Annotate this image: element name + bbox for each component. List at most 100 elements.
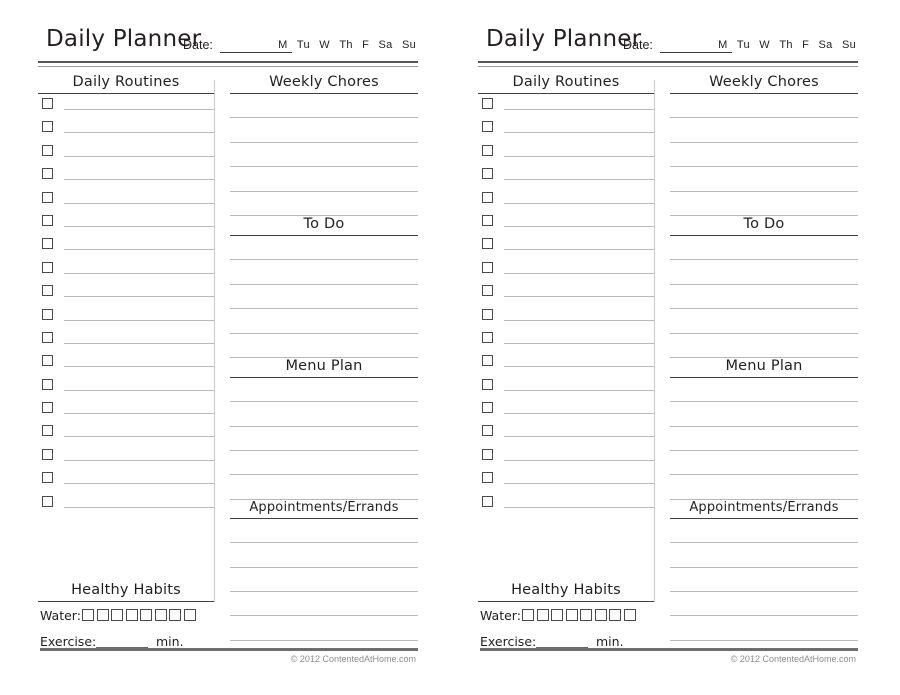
routine-checkbox[interactable] (482, 378, 493, 390)
water-checkbox[interactable] (623, 609, 636, 621)
write-line[interactable] (670, 543, 858, 568)
water-checkbox[interactable] (82, 609, 94, 621)
write-line[interactable] (230, 475, 418, 500)
routine-checkbox[interactable] (482, 238, 493, 250)
water-checkbox[interactable] (536, 609, 549, 621)
write-line[interactable] (670, 260, 858, 285)
water-checkbox[interactable] (154, 609, 167, 621)
routine-checkbox[interactable] (42, 191, 53, 203)
routine-checkbox[interactable] (42, 168, 53, 180)
water-checkboxes[interactable] (82, 609, 196, 621)
write-line[interactable] (230, 285, 418, 310)
routine-write-line[interactable] (504, 436, 654, 438)
routine-checkbox[interactable] (42, 261, 53, 273)
day-of-week-selector[interactable]: M Tu W Th F Sa Su (718, 39, 856, 51)
routine-write-line[interactable] (64, 109, 214, 110)
routine-checkbox[interactable] (42, 402, 53, 414)
write-line[interactable] (670, 334, 858, 358)
write-line[interactable] (670, 568, 858, 593)
routine-checkbox[interactable] (42, 144, 53, 156)
write-line[interactable] (230, 192, 418, 216)
routine-checkbox[interactable] (482, 448, 493, 460)
routine-write-line[interactable] (64, 389, 214, 391)
write-line[interactable] (670, 592, 858, 617)
routine-checkbox[interactable] (42, 238, 53, 250)
routine-write-line[interactable] (504, 506, 654, 508)
routine-write-line[interactable] (504, 202, 654, 204)
routine-checkbox[interactable] (482, 261, 493, 273)
routine-write-line[interactable] (64, 413, 214, 415)
day-su[interactable]: Su (842, 39, 856, 51)
routine-write-line[interactable] (64, 132, 214, 134)
write-line[interactable] (670, 309, 858, 334)
routine-write-line[interactable] (504, 155, 654, 157)
routine-write-line[interactable] (64, 155, 214, 157)
water-checkbox[interactable] (522, 609, 534, 621)
routine-write-line[interactable] (64, 225, 214, 227)
write-line[interactable] (230, 519, 418, 544)
routine-write-line[interactable] (64, 179, 214, 181)
write-line[interactable] (230, 543, 418, 568)
write-line[interactable] (230, 334, 418, 358)
routine-write-line[interactable] (504, 413, 654, 415)
day-w[interactable]: W (759, 39, 770, 51)
routine-write-line[interactable] (504, 272, 654, 274)
routine-checkbox[interactable] (42, 121, 53, 133)
write-line[interactable] (230, 451, 418, 476)
write-line[interactable] (230, 167, 418, 192)
routine-checkbox[interactable] (42, 448, 53, 460)
routine-checkbox[interactable] (482, 425, 493, 437)
routine-checkbox[interactable] (482, 168, 493, 180)
routine-checkbox[interactable] (482, 472, 493, 484)
routine-write-line[interactable] (64, 483, 214, 485)
routine-write-line[interactable] (504, 389, 654, 391)
day-f[interactable]: F (362, 39, 369, 51)
day-th[interactable]: Th (339, 39, 352, 51)
day-tu[interactable]: Tu (737, 39, 750, 51)
write-line[interactable] (230, 616, 418, 641)
routine-checkbox[interactable] (482, 285, 493, 297)
write-line[interactable] (670, 143, 858, 168)
routine-checkbox[interactable] (482, 214, 493, 226)
day-sa[interactable]: Sa (379, 39, 393, 51)
routine-checkbox[interactable] (482, 191, 493, 203)
water-checkbox[interactable] (183, 609, 196, 621)
write-line[interactable] (670, 519, 858, 544)
day-m[interactable]: M (718, 39, 727, 51)
routine-checkbox[interactable] (42, 214, 53, 226)
water-checkbox[interactable] (96, 609, 109, 621)
day-f[interactable]: F (802, 39, 809, 51)
water-checkboxes[interactable] (522, 609, 636, 621)
day-tu[interactable]: Tu (297, 39, 310, 51)
water-checkbox[interactable] (594, 609, 607, 621)
write-line[interactable] (230, 592, 418, 617)
day-m[interactable]: M (278, 39, 287, 51)
water-checkbox[interactable] (140, 609, 152, 621)
routine-write-line[interactable] (64, 506, 214, 508)
day-w[interactable]: W (319, 39, 330, 51)
routine-write-line[interactable] (504, 366, 654, 368)
routine-write-line[interactable] (64, 436, 214, 438)
write-line[interactable] (670, 475, 858, 500)
routine-write-line[interactable] (64, 249, 214, 251)
routine-write-line[interactable] (504, 249, 654, 251)
day-sa[interactable]: Sa (819, 39, 833, 51)
routine-write-line[interactable] (64, 366, 214, 368)
date-input-line[interactable] (220, 52, 292, 53)
water-checkbox[interactable] (580, 609, 592, 621)
write-line[interactable] (670, 451, 858, 476)
routine-checkbox[interactable] (42, 378, 53, 390)
routine-checkbox[interactable] (482, 121, 493, 133)
routine-checkbox[interactable] (42, 472, 53, 484)
write-line[interactable] (670, 236, 858, 261)
day-th[interactable]: Th (779, 39, 792, 51)
routine-checkbox[interactable] (482, 331, 493, 343)
write-line[interactable] (230, 402, 418, 427)
routine-write-line[interactable] (504, 109, 654, 110)
routine-write-line[interactable] (64, 202, 214, 204)
water-checkbox[interactable] (565, 609, 578, 621)
routine-checkbox[interactable] (482, 495, 493, 507)
water-checkbox[interactable] (551, 609, 563, 621)
write-line[interactable] (670, 616, 858, 641)
write-line[interactable] (230, 143, 418, 168)
